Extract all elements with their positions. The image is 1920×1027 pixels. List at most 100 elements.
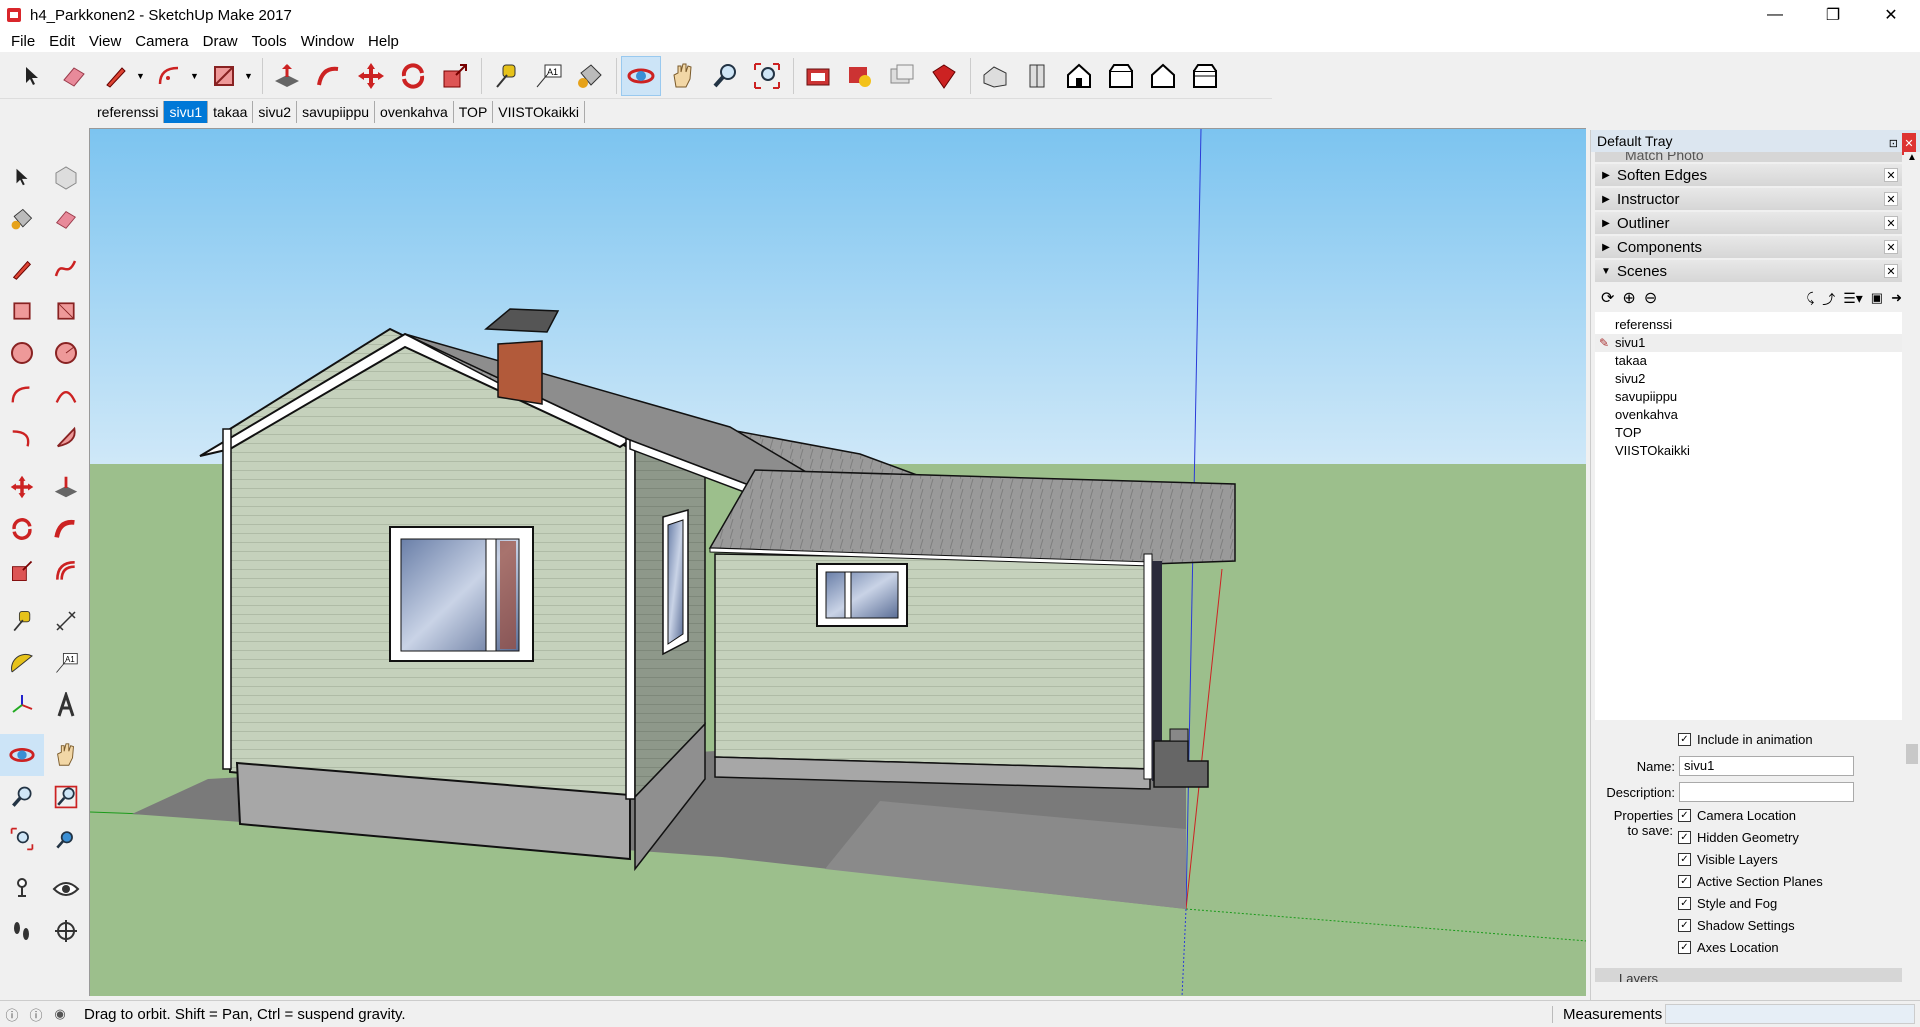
- close-icon[interactable]: ✕: [1884, 264, 1898, 278]
- menu-help[interactable]: Help: [361, 33, 406, 50]
- menu-view[interactable]: View: [82, 33, 128, 50]
- close-button[interactable]: ✕: [1862, 0, 1920, 30]
- tape-measure-tool[interactable]: [0, 600, 44, 642]
- zoom-tool[interactable]: [0, 776, 44, 818]
- scale-tool-button[interactable]: [435, 56, 475, 96]
- three-point-arc-tool[interactable]: [0, 416, 44, 458]
- line-tool-button[interactable]: [96, 56, 136, 96]
- menu-window[interactable]: Window: [294, 33, 361, 50]
- property-shadow-settings[interactable]: ✓ Shadow Settings: [1678, 918, 1795, 933]
- property-active-section-planes[interactable]: ✓ Active Section Planes: [1678, 874, 1823, 889]
- polygon-tool[interactable]: [44, 332, 88, 374]
- arc-tool[interactable]: [0, 374, 44, 416]
- walk-tool[interactable]: [0, 910, 44, 952]
- scene-list-item[interactable]: ovenkahva: [1595, 406, 1902, 424]
- scale-tool[interactable]: [0, 550, 44, 592]
- scene-list-item[interactable]: VIISTOkaikki: [1595, 442, 1902, 460]
- make-component-tool[interactable]: [44, 156, 88, 198]
- checkbox-checked[interactable]: ✓: [1678, 853, 1691, 866]
- checkbox-checked[interactable]: ✓: [1678, 809, 1691, 822]
- iso-view-button[interactable]: [975, 56, 1015, 96]
- rotated-rectangle-tool[interactable]: [44, 290, 88, 332]
- paint-bucket-tool[interactable]: [0, 198, 44, 240]
- back-view-button[interactable]: [1143, 56, 1183, 96]
- previous-view-tool[interactable]: [44, 818, 88, 860]
- zoom-extents-tool[interactable]: [0, 818, 44, 860]
- text-tool[interactable]: A1: [44, 642, 88, 684]
- zoom-window-tool[interactable]: [44, 776, 88, 818]
- left-view-button[interactable]: [1185, 56, 1225, 96]
- measurements-input[interactable]: [1665, 1004, 1915, 1024]
- pie-tool[interactable]: [44, 416, 88, 458]
- add-scene-icon[interactable]: ⊕: [1622, 288, 1635, 308]
- scene-tab-ovenkahva[interactable]: ovenkahva: [375, 101, 454, 123]
- eraser-tool-button[interactable]: [54, 56, 94, 96]
- checkbox-checked[interactable]: ✓: [1678, 831, 1691, 844]
- modeling-viewport[interactable]: [89, 128, 1586, 996]
- close-icon[interactable]: ✕: [1884, 168, 1898, 182]
- property-hidden-geometry[interactable]: ✓ Hidden Geometry: [1678, 830, 1799, 845]
- axes-tool[interactable]: [0, 684, 44, 726]
- property-style-and-fog[interactable]: ✓ Style and Fog: [1678, 896, 1777, 911]
- checkbox-checked[interactable]: ✓: [1678, 941, 1691, 954]
- front-view-button[interactable]: [1059, 56, 1099, 96]
- details-arrow-icon[interactable]: ➜: [1891, 290, 1902, 306]
- pin-icon[interactable]: ⊡: [1889, 133, 1898, 155]
- tape-measure-tool-button[interactable]: [486, 56, 526, 96]
- panel-layers-partial[interactable]: Layers: [1595, 968, 1902, 982]
- checkbox-checked[interactable]: ✓: [1678, 733, 1691, 746]
- top-view-button[interactable]: [1017, 56, 1057, 96]
- close-icon[interactable]: ✕: [1884, 192, 1898, 206]
- orbit-tool[interactable]: [0, 734, 44, 776]
- panel-instructor[interactable]: ▶ Instructor ✕: [1595, 188, 1902, 210]
- property-axes-location[interactable]: ✓ Axes Location: [1678, 940, 1779, 955]
- view-options-icon[interactable]: ☰▾: [1843, 290, 1863, 307]
- menu-file[interactable]: File: [4, 33, 42, 50]
- checkbox-checked[interactable]: ✓: [1678, 919, 1691, 932]
- move-scene-up-icon[interactable]: ⤴: [1822, 289, 1835, 308]
- scene-list-item[interactable]: takaa: [1595, 352, 1902, 370]
- position-camera-tool[interactable]: [0, 868, 44, 910]
- line-dropdown-icon[interactable]: ▼: [136, 71, 146, 81]
- scene-tab-savupiippu[interactable]: savupiippu: [297, 101, 376, 123]
- scene-list-item[interactable]: TOP: [1595, 424, 1902, 442]
- menu-draw[interactable]: Draw: [196, 33, 245, 50]
- push-pull-tool-button[interactable]: [267, 56, 307, 96]
- geo-location-icon[interactable]: ⓘ: [0, 1005, 24, 1024]
- move-scene-down-icon[interactable]: ⤹: [1806, 290, 1814, 306]
- rotate-tool[interactable]: [0, 508, 44, 550]
- close-icon[interactable]: ✕: [1884, 240, 1898, 254]
- panel-components[interactable]: ▶ Components ✕: [1595, 236, 1902, 258]
- pan-tool-button[interactable]: [663, 56, 703, 96]
- scene-tab-top[interactable]: TOP: [454, 101, 494, 123]
- show-details-icon[interactable]: ▣: [1871, 290, 1883, 306]
- minimize-button[interactable]: —: [1746, 0, 1804, 30]
- close-icon[interactable]: ✕: [1884, 216, 1898, 230]
- arc-tool-button[interactable]: [150, 56, 190, 96]
- section-plane-tool[interactable]: [44, 910, 88, 952]
- property-camera-location[interactable]: ✓ Camera Location: [1678, 808, 1796, 823]
- rectangle-dropdown-icon[interactable]: ▼: [244, 71, 254, 81]
- rectangle-tool[interactable]: [0, 290, 44, 332]
- scene-list-item[interactable]: sivu2: [1595, 370, 1902, 388]
- push-pull-tool[interactable]: [44, 466, 88, 508]
- paint-bucket-tool-button[interactable]: [570, 56, 610, 96]
- checkbox-checked[interactable]: ✓: [1678, 875, 1691, 888]
- menu-camera[interactable]: Camera: [128, 33, 195, 50]
- share-model-button[interactable]: [840, 56, 880, 96]
- menu-edit[interactable]: Edit: [42, 33, 82, 50]
- share-component-button[interactable]: [882, 56, 922, 96]
- freehand-tool[interactable]: [44, 248, 88, 290]
- property-visible-layers[interactable]: ✓ Visible Layers: [1678, 852, 1778, 867]
- scene-list-item[interactable]: savupiippu: [1595, 388, 1902, 406]
- two-point-arc-tool[interactable]: [44, 374, 88, 416]
- scene-list-item[interactable]: referenssi: [1595, 316, 1902, 334]
- right-view-button[interactable]: [1101, 56, 1141, 96]
- follow-me-tool-button[interactable]: [309, 56, 349, 96]
- checkbox-checked[interactable]: ✓: [1678, 897, 1691, 910]
- 3d-text-tool[interactable]: [44, 684, 88, 726]
- scene-tab-referenssi[interactable]: referenssi: [92, 101, 165, 123]
- panel-soften-edges[interactable]: ▶ Soften Edges ✕: [1595, 164, 1902, 186]
- scroll-up-icon[interactable]: ▲: [1904, 152, 1920, 163]
- offset-tool[interactable]: [44, 550, 88, 592]
